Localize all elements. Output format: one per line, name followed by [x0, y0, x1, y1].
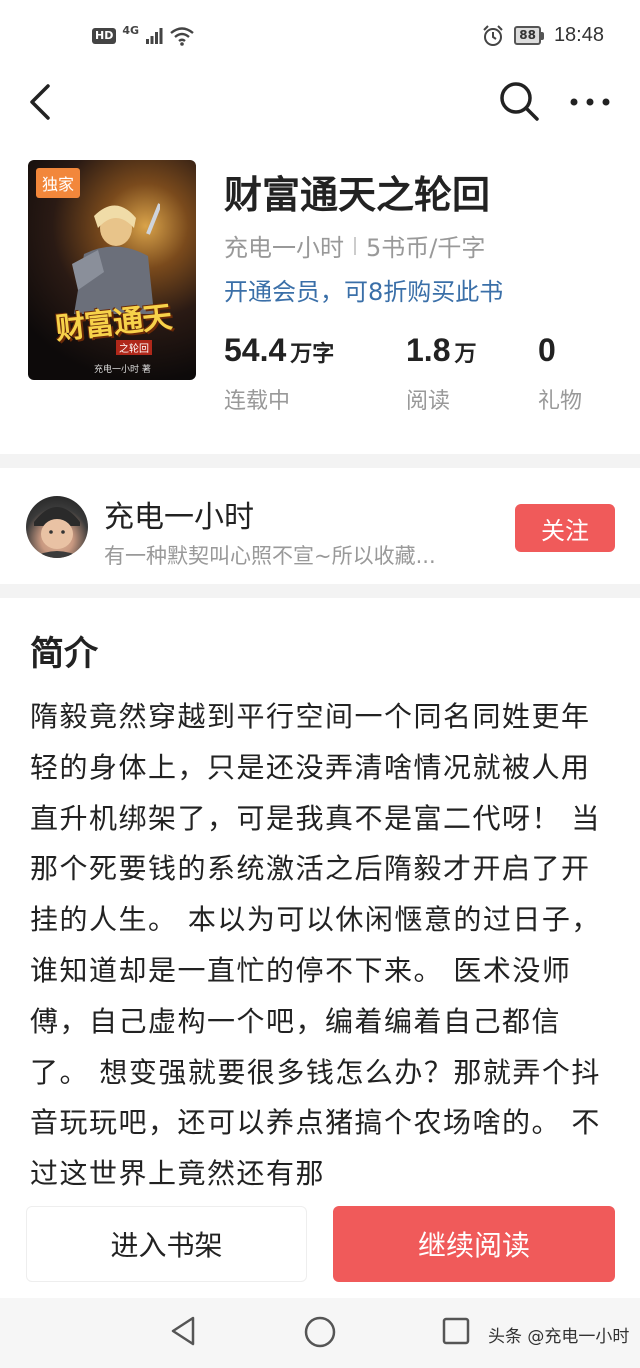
intro-text: 隋毅竟然穿越到平行空间一个同名同姓更年轻的身体上，只是还没弄清啥情况就被人用直升…	[30, 700, 601, 1191]
book-cover[interactable]: 独家 财富通天 之轮回 充电一小时 著	[28, 160, 196, 380]
cover-subtitle: 之轮回	[116, 340, 152, 355]
network-type: 4G	[122, 23, 140, 37]
stat-value: 54.4	[224, 332, 287, 368]
square-recent-icon[interactable]	[441, 1316, 471, 1346]
more-icon[interactable]	[564, 82, 616, 122]
top-nav-bar	[0, 72, 640, 132]
continue-reading-button[interactable]: 继续阅读	[333, 1206, 615, 1282]
system-nav-bar: 头条 @充电一小时	[0, 1298, 640, 1368]
search-icon[interactable]	[496, 78, 542, 124]
wifi-icon	[170, 27, 194, 46]
vip-offer-link[interactable]: 开通会员，可8折购买此书	[224, 272, 503, 307]
battery-level: 88	[514, 26, 541, 45]
book-meta: 充电一小时 5书币/千字	[224, 228, 485, 263]
cover-title: 财富通天	[53, 300, 173, 347]
signal-icon	[146, 28, 163, 44]
avatar[interactable]	[26, 496, 88, 558]
section-divider	[0, 584, 640, 598]
hd-badge: HD	[92, 28, 117, 44]
stat-label: 礼物	[538, 389, 583, 414]
book-header: 独家 财富通天 之轮回 充电一小时 著 财富通天之轮回 充电一小时 5书币/千字…	[0, 132, 640, 454]
alarm-icon	[483, 24, 503, 46]
stat-label: 连载中	[224, 389, 291, 414]
book-author[interactable]: 充电一小时	[224, 228, 344, 263]
stat-unit: 万字	[290, 342, 335, 367]
stat-unit: 万	[454, 342, 477, 367]
author-signature: 有一种默契叫心照不宣~所以收藏...	[104, 544, 436, 568]
stat-value: 1.8	[406, 332, 451, 368]
stat-reads: 1.8 万 阅读	[406, 332, 477, 415]
status-right: 88 18:48	[482, 24, 604, 47]
book-price: 5书币/千字	[366, 234, 486, 262]
stat-gifts[interactable]: 0 礼物	[538, 332, 582, 415]
cover-author: 充电一小时 著	[94, 365, 151, 375]
stat-label: 阅读	[406, 389, 451, 414]
stat-value: 0	[538, 332, 556, 368]
section-divider	[0, 454, 640, 468]
status-bar: HD 4G 88 18:48	[0, 0, 640, 72]
battery-icon: 88	[514, 26, 544, 45]
battery-tip	[540, 31, 544, 40]
avatar-photo	[32, 507, 82, 558]
circle-home-icon[interactable]	[302, 1314, 338, 1350]
follow-button[interactable]: 关注	[515, 504, 615, 552]
status-time: 18:48	[553, 24, 604, 46]
author-name[interactable]: 充电一小时	[104, 492, 254, 536]
status-left: HD 4G	[92, 23, 195, 46]
bottom-action-bar: 进入书架 继续阅读	[0, 1196, 640, 1298]
add-to-shelf-button[interactable]: 进入书架	[26, 1206, 307, 1282]
watermark-text: 头条 @充电一小时	[488, 1327, 630, 1347]
book-title: 财富通天之轮回	[224, 173, 491, 217]
stat-word-count: 54.4 万字 连载中	[224, 332, 334, 415]
intro-heading: 简介	[30, 634, 98, 674]
author-row[interactable]: 充电一小时 有一种默契叫心照不宣~所以收藏... 关注	[0, 468, 640, 584]
back-arrow-icon[interactable]	[22, 80, 62, 124]
triangle-back-icon[interactable]	[168, 1314, 198, 1348]
meta-divider	[354, 236, 356, 255]
